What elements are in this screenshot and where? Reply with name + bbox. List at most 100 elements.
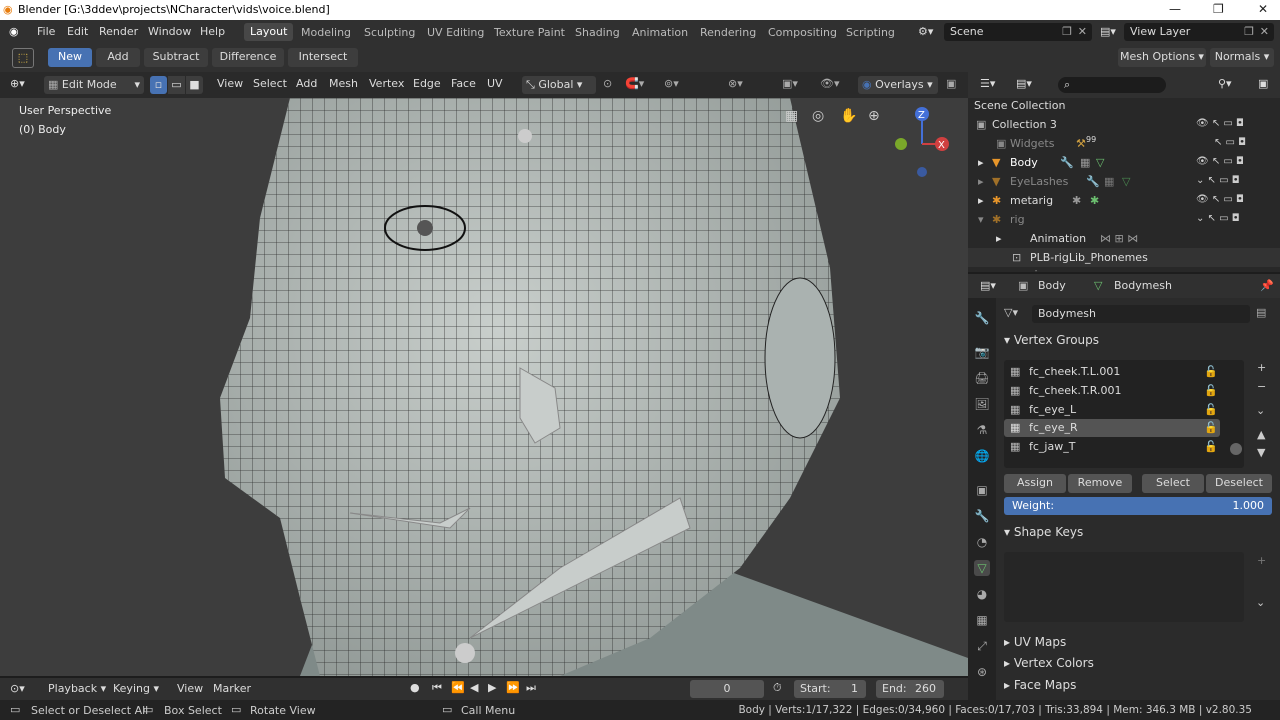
mesh-name-field[interactable]: Bodymesh bbox=[1032, 305, 1250, 323]
menu-edit[interactable]: Edit bbox=[67, 25, 88, 38]
snap-icon[interactable]: 🧲▾ bbox=[625, 77, 644, 90]
jump-start-icon[interactable]: ⏮ bbox=[432, 681, 442, 695]
tab-rendering[interactable]: Rendering bbox=[700, 26, 756, 39]
expand-arrow-icon[interactable]: ▸ bbox=[978, 153, 984, 172]
mode-dropdown[interactable]: ▦ Edit Mode ▾ bbox=[44, 76, 144, 94]
output-tab-icon[interactable]: 🖨 bbox=[974, 370, 990, 386]
vertex-select-icon[interactable]: ▫ bbox=[150, 76, 167, 94]
menu-edge[interactable]: Edge bbox=[413, 77, 441, 90]
menu-vertex[interactable]: Vertex bbox=[369, 77, 404, 90]
list-scroll-handle[interactable] bbox=[1230, 443, 1242, 455]
jump-end-icon[interactable]: ⏭ bbox=[526, 681, 536, 695]
scene-tab-icon[interactable]: ⚗ bbox=[974, 422, 990, 438]
face-maps-panel-header[interactable]: ▸ Face Maps bbox=[1004, 678, 1076, 692]
list-item-selected[interactable]: ▦ fc_eye_R 🔓 bbox=[1004, 419, 1220, 437]
gizmo-icon[interactable]: ⊗▾ bbox=[728, 77, 743, 90]
visibility-row[interactable]: ⌄ ↖ ▭ ◘ bbox=[1196, 209, 1276, 228]
marker-menu[interactable]: Marker bbox=[213, 682, 251, 695]
fake-user-icon[interactable]: ▤ bbox=[1256, 306, 1266, 319]
outliner-search-input[interactable]: ⌕ bbox=[1058, 77, 1166, 93]
filter-icon[interactable]: ⚲▾ bbox=[1218, 77, 1232, 90]
current-frame-field[interactable]: 0 bbox=[690, 680, 764, 698]
menu-render[interactable]: Render bbox=[99, 25, 138, 38]
navigation-gizmo-icon[interactable]: Z X bbox=[890, 104, 954, 184]
scene-name-field[interactable]: Scene ❐ ✕ bbox=[944, 23, 1092, 41]
constraint-tab-icon[interactable]: ⤢ bbox=[974, 638, 990, 654]
scene-selector-icon[interactable]: ⚙▾ bbox=[918, 25, 933, 38]
render-tab-icon[interactable]: 📷 bbox=[974, 344, 990, 360]
blender-menu-icon[interactable]: ◉ bbox=[9, 25, 19, 38]
keying-menu[interactable]: Keying ▾ bbox=[113, 682, 159, 695]
lock-icon[interactable]: 🔓 bbox=[1204, 401, 1218, 419]
list-item[interactable]: ▦ fc_cheek.T.L.001 🔓 bbox=[1004, 363, 1220, 381]
lock-icon[interactable]: 🔓 bbox=[1204, 382, 1218, 400]
add-selection-button[interactable]: Add bbox=[96, 48, 140, 67]
menu-select[interactable]: Select bbox=[253, 77, 287, 90]
edge-select-icon[interactable]: ▭ bbox=[168, 76, 185, 94]
specials-menu-icon[interactable]: ⌄ bbox=[1256, 404, 1265, 417]
expand-arrow-icon[interactable]: ▸ bbox=[996, 265, 1002, 272]
select-button[interactable]: Select bbox=[1142, 474, 1204, 493]
visibility-row[interactable]: 👁 ↖ ▭ ◘ bbox=[1196, 114, 1276, 133]
list-item[interactable]: ▦ fc_cheek.T.R.001 🔓 bbox=[1004, 382, 1220, 400]
playback-menu[interactable]: Playback ▾ bbox=[48, 682, 106, 695]
hand-pan-icon[interactable]: ✋ bbox=[840, 108, 857, 124]
normals-dropdown[interactable]: Normals ▾ bbox=[1210, 48, 1274, 67]
view-layer-tab-icon[interactable]: 🖼 bbox=[974, 396, 990, 412]
expand-arrow-icon[interactable]: ▸ bbox=[996, 229, 1002, 248]
list-item[interactable]: ▦ fc_jaw_T 🔓 bbox=[1004, 438, 1220, 456]
transform-orientation-dropdown[interactable]: ⤡ Global ▾ bbox=[522, 76, 596, 94]
close-window-icon[interactable]: ✕ bbox=[1258, 2, 1268, 16]
menu-add[interactable]: Add bbox=[296, 77, 317, 90]
overlays-dropdown[interactable]: ◉ Overlays ▾ bbox=[858, 76, 938, 94]
add-vertex-group-icon[interactable]: + bbox=[1257, 361, 1266, 374]
lock-icon[interactable]: 🔓 bbox=[1204, 363, 1218, 381]
delete-view-layer-icon[interactable]: ✕ bbox=[1260, 25, 1269, 38]
next-keyframe-icon[interactable]: ⏩ bbox=[506, 681, 520, 694]
timeline-view-menu[interactable]: View bbox=[177, 682, 203, 695]
shape-key-specials-icon[interactable]: ⌄ bbox=[1256, 596, 1265, 609]
play-icon[interactable]: ▶ bbox=[488, 681, 496, 694]
lock-icon[interactable]: 🔓 bbox=[1204, 438, 1218, 456]
expand-arrow-icon[interactable]: ▾ bbox=[978, 210, 984, 229]
intersect-selection-button[interactable]: Intersect bbox=[288, 48, 358, 67]
end-frame-field[interactable]: End: 260 bbox=[876, 680, 944, 698]
menu-view[interactable]: View bbox=[217, 77, 243, 90]
tab-shading[interactable]: Shading bbox=[575, 26, 620, 39]
shape-keys-panel-header[interactable]: ▾ Shape Keys bbox=[1004, 525, 1083, 539]
xray-toggle-icon[interactable]: ▣ bbox=[946, 77, 956, 90]
outliner-row-scene-collection[interactable]: Scene Collection bbox=[968, 96, 1280, 115]
tab-animation[interactable]: Animation bbox=[632, 26, 688, 39]
view-layer-field[interactable]: View Layer ❐ ✕ bbox=[1124, 23, 1274, 41]
visibility-toggles[interactable]: 👁 ↖ ▭ ◘ ↖ ▭ ◘ 👁 ↖ ▭ ◘ ⌄ ↖ ▭ ◘ 👁 ↖ ▭ ◘ ⌄ … bbox=[1196, 114, 1276, 234]
proportional-edit-icon[interactable]: ⊚▾ bbox=[664, 77, 679, 90]
difference-selection-button[interactable]: Difference bbox=[212, 48, 284, 67]
vertex-colors-panel-header[interactable]: ▸ Vertex Colors bbox=[1004, 656, 1094, 670]
mesh-data-tab-icon[interactable]: ▽ bbox=[974, 560, 990, 576]
tool-tab-icon[interactable]: 🔧 bbox=[974, 310, 990, 326]
minimize-icon[interactable]: — bbox=[1169, 2, 1181, 16]
expand-arrow-icon[interactable]: ▸ bbox=[978, 191, 984, 210]
physics-tab-icon[interactable]: ◔ bbox=[974, 534, 990, 550]
copy-scene-icon[interactable]: ❐ bbox=[1062, 25, 1072, 38]
subtract-selection-button[interactable]: Subtract bbox=[144, 48, 208, 67]
pivot-icon[interactable]: ⊙ bbox=[603, 77, 612, 90]
timeline-editor-icon[interactable]: ⊙▾ bbox=[10, 682, 25, 695]
properties-editor-icon[interactable]: ▤▾ bbox=[980, 279, 996, 292]
mesh-options-dropdown[interactable]: Mesh Options ▾ bbox=[1118, 48, 1206, 67]
delete-scene-icon[interactable]: ✕ bbox=[1078, 25, 1087, 38]
material-tab-icon[interactable]: ◕ bbox=[974, 586, 990, 602]
visibility-row[interactable]: ↖ ▭ ◘ bbox=[1196, 133, 1276, 152]
menu-help[interactable]: Help bbox=[200, 25, 225, 38]
tab-modeling[interactable]: Modeling bbox=[301, 26, 351, 39]
viewport-gizmos-icon[interactable]: 👁▾ bbox=[820, 77, 840, 90]
tab-scripting[interactable]: Scripting bbox=[846, 26, 895, 39]
pin-icon[interactable]: 📌 bbox=[1260, 279, 1274, 292]
mesh-browse-icon[interactable]: ▽▾ bbox=[1004, 306, 1018, 319]
stopwatch-icon[interactable]: ⏱ bbox=[773, 681, 782, 695]
particles-tab-icon[interactable]: ⊛ bbox=[974, 664, 990, 680]
lock-icon[interactable]: 🔓 bbox=[1204, 419, 1218, 437]
deselect-button[interactable]: Deselect bbox=[1206, 474, 1272, 493]
camera-view-icon[interactable]: ◎ bbox=[812, 108, 824, 124]
grid-icon[interactable]: ▦ bbox=[785, 108, 798, 124]
